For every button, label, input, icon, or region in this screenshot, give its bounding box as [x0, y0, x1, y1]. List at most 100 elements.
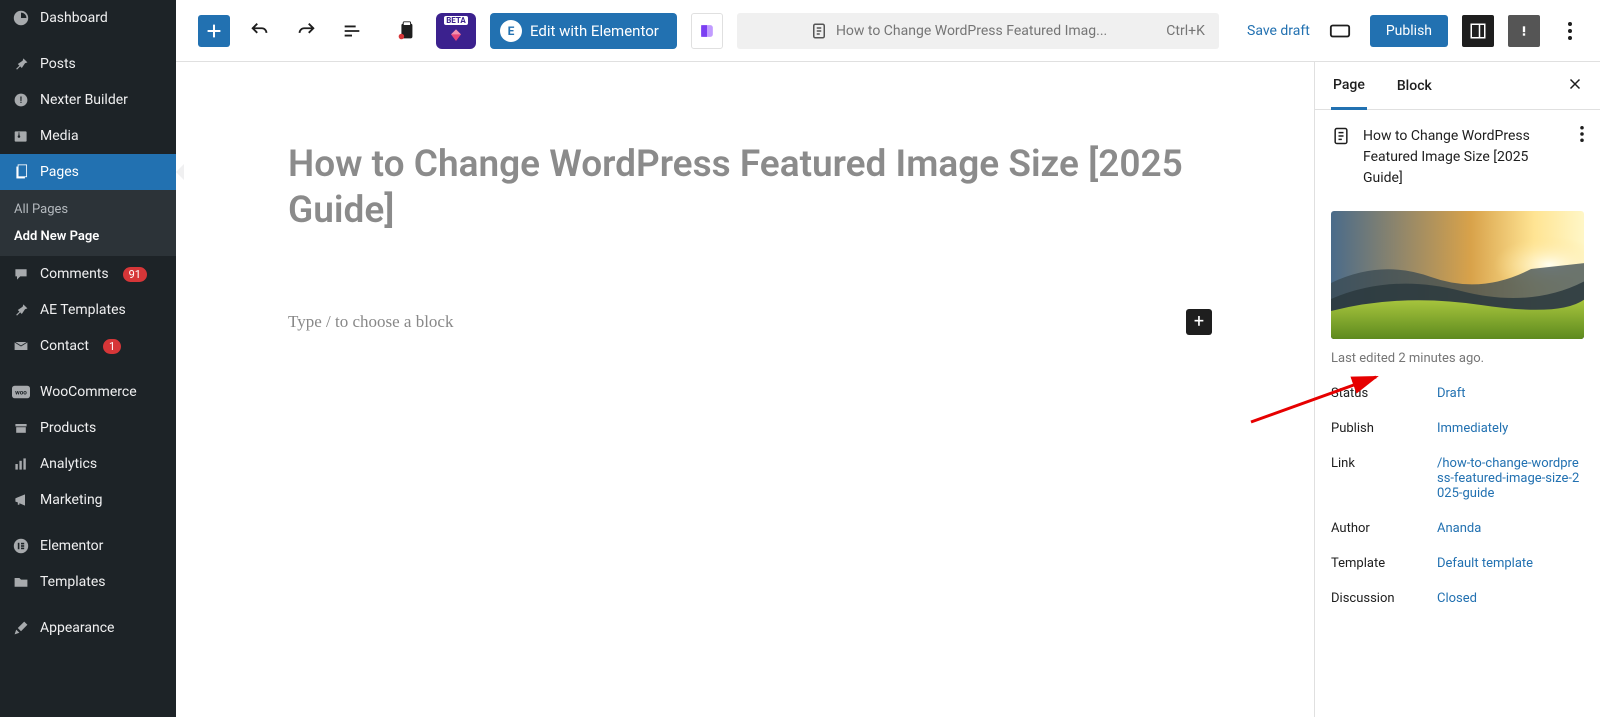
page-icon — [1331, 126, 1351, 146]
sidebar-item-dashboard[interactable]: Dashboard — [0, 0, 176, 36]
block-editor-canvas[interactable]: How to Change WordPress Featured Image S… — [176, 62, 1314, 717]
pin-icon — [12, 55, 30, 73]
command-search[interactable]: How to Change WordPress Featured Imag...… — [737, 13, 1219, 49]
link-label: Link — [1331, 456, 1437, 501]
sidebar-label: Comments — [40, 266, 109, 282]
plugin-tool-button[interactable] — [691, 13, 723, 49]
document-overview-button[interactable] — [336, 15, 368, 47]
sidebar-item-woocommerce[interactable]: woo WooCommerce — [0, 374, 176, 410]
sidebar-label: WooCommerce — [40, 384, 137, 400]
command-shortcut: Ctrl+K — [1166, 23, 1205, 39]
more-options-button[interactable] — [1554, 15, 1586, 47]
beta-label: BETA — [444, 16, 468, 25]
media-icon — [12, 127, 30, 145]
sidebar-item-contact[interactable]: Contact 1 — [0, 328, 176, 364]
archive-icon — [12, 419, 30, 437]
sidebar-item-elementor[interactable]: Elementor — [0, 528, 176, 564]
sidebar-item-pages[interactable]: Pages — [0, 154, 176, 190]
block-placeholder[interactable]: Type / to choose a block — [288, 312, 453, 332]
clipboard-icon[interactable] — [390, 15, 422, 47]
pin-icon — [12, 301, 30, 319]
brush-icon — [12, 619, 30, 637]
sidebar-item-comments[interactable]: Comments 91 — [0, 256, 176, 292]
panel-tabs: Page Block — [1315, 62, 1600, 110]
sidebar-item-products[interactable]: Products — [0, 410, 176, 446]
sidebar-item-marketing[interactable]: Marketing — [0, 482, 176, 518]
sidebar-label: Analytics — [40, 456, 97, 472]
comments-badge: 91 — [123, 267, 147, 282]
contact-badge: 1 — [103, 339, 121, 354]
template-label: Template — [1331, 556, 1437, 571]
megaphone-icon — [12, 491, 30, 509]
svg-text:woo: woo — [15, 389, 27, 397]
sidebar-item-analytics[interactable]: Analytics — [0, 446, 176, 482]
sidebar-label: Posts — [40, 56, 76, 72]
save-draft-button[interactable]: Save draft — [1247, 23, 1310, 39]
author-value[interactable]: Ananda — [1437, 521, 1584, 536]
sidebar-item-posts[interactable]: Posts — [0, 46, 176, 82]
beta-plugin-button[interactable]: BETA — [436, 13, 476, 49]
sidebar-label: AE Templates — [40, 302, 126, 318]
edit-elementor-label: Edit with Elementor — [530, 22, 659, 40]
page-title[interactable]: How to Change WordPress Featured Image S… — [288, 142, 1188, 235]
chart-icon — [12, 455, 30, 473]
author-label: Author — [1331, 521, 1437, 536]
panel-title-row: How to Change WordPress Featured Image S… — [1315, 110, 1600, 205]
discussion-label: Discussion — [1331, 591, 1437, 606]
sidebar-label: Contact — [40, 338, 89, 354]
sidebar-label: Appearance — [40, 620, 114, 636]
settings-panel-toggle[interactable] — [1462, 15, 1494, 47]
sidebar-label: Media — [40, 128, 79, 144]
elementor-logo-icon: E — [500, 20, 522, 42]
sidebar-label: Pages — [40, 164, 79, 180]
sidebar-label: Dashboard — [40, 10, 108, 26]
edit-with-elementor-button[interactable]: E Edit with Elementor — [490, 13, 677, 49]
svg-text:!: ! — [20, 96, 22, 106]
panel-title-more-button[interactable] — [1580, 126, 1584, 146]
sidebar-item-ae-templates[interactable]: AE Templates — [0, 292, 176, 328]
panel-close-button[interactable] — [1566, 75, 1584, 97]
publish-value[interactable]: Immediately — [1437, 421, 1584, 436]
tab-block[interactable]: Block — [1395, 62, 1434, 109]
admin-sidebar: Dashboard Posts ! Nexter Builder Media P… — [0, 0, 176, 717]
woo-icon: woo — [12, 383, 30, 401]
main-region: How to Change WordPress Featured Image S… — [176, 62, 1600, 717]
issues-button[interactable] — [1508, 15, 1540, 47]
redo-button[interactable] — [290, 15, 322, 47]
link-value[interactable]: /how-to-change-wordpress-featured-image-… — [1437, 456, 1584, 501]
elementor-icon — [12, 537, 30, 555]
sidebar-item-media[interactable]: Media — [0, 118, 176, 154]
command-search-title: How to Change WordPress Featured Imag... — [836, 23, 1107, 39]
annotation-arrow-icon — [1241, 367, 1401, 437]
editor-toolbar: BETA E Edit with Elementor How to Change… — [176, 0, 1600, 62]
sidebar-sub-add-page[interactable]: Add New Page — [14, 223, 176, 250]
template-value[interactable]: Default template — [1437, 556, 1584, 571]
tab-page[interactable]: Page — [1331, 63, 1367, 110]
dashboard-icon — [12, 9, 30, 27]
folder-icon — [12, 573, 30, 591]
sidebar-label: Templates — [40, 574, 106, 590]
status-value[interactable]: Draft — [1437, 386, 1584, 401]
preview-button[interactable] — [1324, 15, 1356, 47]
featured-image[interactable] — [1331, 211, 1584, 339]
pages-icon — [12, 163, 30, 181]
sidebar-sub-all-pages[interactable]: All Pages — [14, 196, 176, 223]
sidebar-submenu: All Pages Add New Page — [0, 190, 176, 256]
workarea: BETA E Edit with Elementor How to Change… — [176, 0, 1600, 717]
sidebar-item-nexter[interactable]: ! Nexter Builder — [0, 82, 176, 118]
sidebar-label: Products — [40, 420, 96, 436]
info-icon: ! — [12, 91, 30, 109]
sidebar-label: Marketing — [40, 492, 103, 508]
comment-icon — [12, 265, 30, 283]
publish-button[interactable]: Publish — [1370, 15, 1448, 47]
page-icon — [810, 22, 828, 40]
sidebar-item-appearance[interactable]: Appearance — [0, 610, 176, 646]
sidebar-item-templates[interactable]: Templates — [0, 564, 176, 600]
undo-button[interactable] — [244, 15, 276, 47]
mail-icon — [12, 337, 30, 355]
sidebar-label: Nexter Builder — [40, 92, 128, 108]
add-block-button[interactable] — [198, 15, 230, 47]
discussion-value[interactable]: Closed — [1437, 591, 1584, 606]
sidebar-label: Elementor — [40, 538, 103, 554]
inline-add-block-button[interactable]: + — [1186, 309, 1212, 335]
